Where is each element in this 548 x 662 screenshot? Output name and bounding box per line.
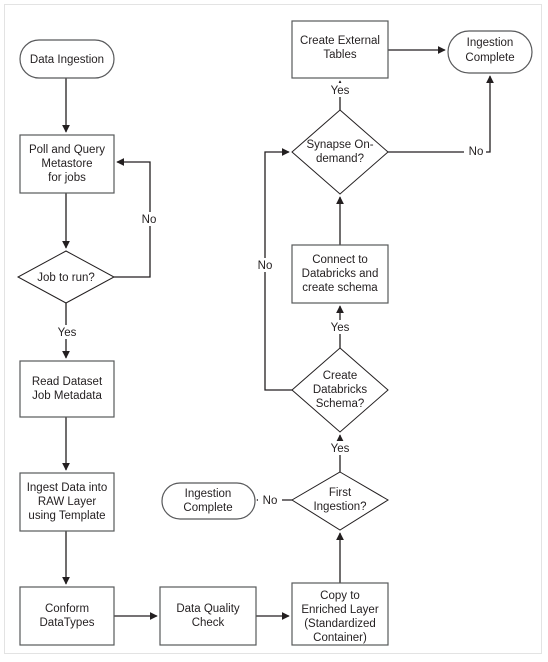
edge-label-jobtorun-yes: Yes	[58, 327, 77, 339]
edge-label-synapse-no: No	[469, 146, 484, 158]
node-ingestion-complete-top-line1: Ingestion	[467, 37, 514, 49]
node-data-quality-line1: Data Quality	[176, 603, 240, 615]
node-create-schema-line2: Databricks	[313, 384, 368, 396]
node-ingest-raw-line3: using Template	[28, 510, 105, 522]
node-data-ingestion[interactable]: Data Ingestion	[19, 39, 115, 79]
node-read-dataset-line1: Read Dataset	[32, 376, 103, 388]
node-ingest-raw-line1: Ingest Data into	[27, 482, 108, 494]
node-first-ingestion[interactable]: First Ingestion?	[291, 471, 389, 531]
edge-label-jobtorun-no: No	[142, 214, 157, 226]
node-data-quality-line2: Check	[192, 617, 225, 629]
edge-synapse-no-to-complete	[388, 75, 494, 153]
node-ingestion-complete-top-line2: Complete	[465, 52, 514, 64]
node-create-external-tables[interactable]: Create External Tables	[291, 20, 389, 79]
node-create-schema-line3: Schema?	[316, 398, 365, 410]
node-conform-datatypes[interactable]: Conform DataTypes	[19, 586, 115, 646]
edge-label-firstingestion-yes: Yes	[331, 443, 350, 455]
node-first-ingestion-line1: First	[329, 487, 352, 499]
node-connect-databricks-line1: Connect to	[312, 254, 368, 266]
edge-labels-layer: No Yes No Yes No Yes No Yes	[54, 83, 486, 507]
flowchart-svg: Data Ingestion Poll and Query Metastore …	[16, 20, 533, 646]
node-ingestion-complete-mid-line1: Ingestion	[185, 488, 232, 500]
node-poll-query-metastore[interactable]: Poll and Query Metastore for jobs	[19, 134, 115, 194]
node-synapse-line1: Synapse On-	[306, 139, 373, 151]
node-conform-line2: DataTypes	[40, 617, 95, 629]
edge-label-firstingestion-no: No	[263, 495, 278, 507]
edges-layer	[62, 46, 494, 620]
node-ingestion-complete-top[interactable]: Ingestion Complete	[447, 30, 533, 74]
node-copy-enriched-layer[interactable]: Copy to Enriched Layer (Standardized Con…	[291, 582, 389, 646]
node-ingestion-complete-mid[interactable]: Ingestion Complete	[161, 482, 256, 520]
node-copy-enriched-line3: (Standardized	[304, 618, 376, 630]
edge-label-createschema-no: No	[258, 260, 273, 272]
node-job-to-run[interactable]: Job to run?	[16, 250, 116, 304]
node-synapse-ondemand[interactable]: Synapse On- demand?	[291, 109, 389, 195]
node-first-ingestion-line2: Ingestion?	[313, 501, 366, 513]
node-connect-databricks-line3: create schema	[302, 282, 378, 294]
node-read-dataset-job-metadata[interactable]: Read Dataset Job Metadata	[19, 360, 115, 418]
node-poll-query-line2: Metastore	[41, 158, 92, 170]
node-create-external-tables-line2: Tables	[323, 49, 356, 61]
node-read-dataset-line2: Job Metadata	[32, 390, 102, 402]
node-copy-enriched-line4: Container)	[313, 632, 367, 644]
node-synapse-line2: demand?	[316, 153, 364, 165]
node-connect-databricks-line2: Databricks and	[302, 268, 379, 280]
node-job-to-run-label: Job to run?	[37, 272, 95, 284]
node-conform-line1: Conform	[45, 603, 89, 615]
node-poll-query-line3: for jobs	[48, 172, 86, 184]
node-copy-enriched-line2: Enriched Layer	[301, 604, 379, 616]
node-ingestion-complete-mid-line2: Complete	[183, 502, 232, 514]
node-poll-query-line1: Poll and Query	[29, 144, 105, 156]
node-data-ingestion-label: Data Ingestion	[30, 54, 104, 66]
node-ingest-raw-line2: RAW Layer	[38, 496, 97, 508]
edge-label-synapse-yes: Yes	[331, 85, 350, 97]
node-create-schema-line1: Create	[323, 370, 358, 382]
edge-label-createschema-yes: Yes	[331, 322, 350, 334]
node-connect-databricks[interactable]: Connect to Databricks and create schema	[291, 244, 389, 304]
flowchart-canvas: Data Ingestion Poll and Query Metastore …	[0, 0, 548, 662]
node-copy-enriched-line1: Copy to	[320, 590, 360, 602]
node-create-databricks-schema[interactable]: Create Databricks Schema?	[291, 347, 389, 433]
node-ingest-data-raw-layer[interactable]: Ingest Data into RAW Layer using Templat…	[19, 472, 115, 532]
node-create-external-tables-line1: Create External	[300, 35, 380, 47]
node-data-quality-check[interactable]: Data Quality Check	[159, 586, 257, 646]
